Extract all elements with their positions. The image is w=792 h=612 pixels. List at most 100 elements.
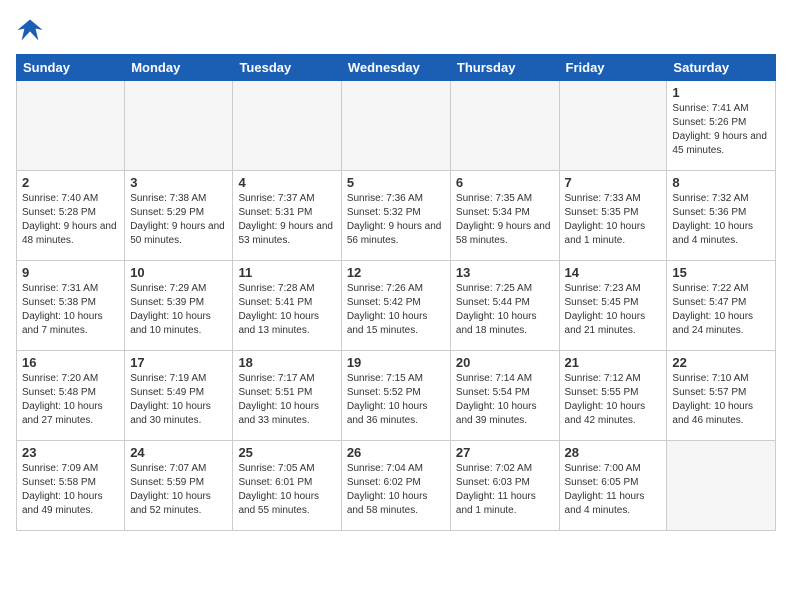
week-row-4: 16 Sunrise: 7:20 AM Sunset: 5:48 PM Dayli… — [17, 351, 776, 441]
weekday-header-thursday: Thursday — [450, 55, 559, 81]
day-number: 28 — [565, 445, 662, 460]
calendar-cell — [125, 81, 233, 171]
calendar-cell: 11 Sunrise: 7:28 AM Sunset: 5:41 PM Dayli… — [233, 261, 341, 351]
calendar-cell: 8 Sunrise: 7:32 AM Sunset: 5:36 PM Daylig… — [667, 171, 776, 261]
calendar-cell — [17, 81, 125, 171]
weekday-header-tuesday: Tuesday — [233, 55, 341, 81]
page-header — [16, 16, 776, 44]
day-info: Sunrise: 7:20 AM Sunset: 5:48 PM Dayligh… — [22, 372, 119, 428]
day-info: Sunrise: 7:05 AM Sunset: 6:01 PM Dayligh… — [238, 462, 335, 518]
day-number: 17 — [130, 355, 227, 370]
calendar-cell: 13 Sunrise: 7:25 AM Sunset: 5:44 PM Dayli… — [450, 261, 559, 351]
day-number: 8 — [672, 175, 770, 190]
calendar-table: SundayMondayTuesdayWednesdayThursdayFrid… — [16, 54, 776, 531]
calendar-cell — [667, 441, 776, 531]
day-info: Sunrise: 7:00 AM Sunset: 6:05 PM Dayligh… — [565, 462, 662, 518]
day-info: Sunrise: 7:33 AM Sunset: 5:35 PM Dayligh… — [565, 192, 662, 248]
calendar-cell: 14 Sunrise: 7:23 AM Sunset: 5:45 PM Dayli… — [559, 261, 667, 351]
day-info: Sunrise: 7:14 AM Sunset: 5:54 PM Dayligh… — [456, 372, 554, 428]
day-info: Sunrise: 7:22 AM Sunset: 5:47 PM Dayligh… — [672, 282, 770, 338]
calendar-cell: 5 Sunrise: 7:36 AM Sunset: 5:32 PM Daylig… — [341, 171, 450, 261]
day-number: 23 — [22, 445, 119, 460]
day-number: 13 — [456, 265, 554, 280]
calendar-cell: 27 Sunrise: 7:02 AM Sunset: 6:03 PM Dayli… — [450, 441, 559, 531]
day-info: Sunrise: 7:26 AM Sunset: 5:42 PM Dayligh… — [347, 282, 445, 338]
calendar-cell: 16 Sunrise: 7:20 AM Sunset: 5:48 PM Dayli… — [17, 351, 125, 441]
day-number: 24 — [130, 445, 227, 460]
day-info: Sunrise: 7:35 AM Sunset: 5:34 PM Dayligh… — [456, 192, 554, 248]
calendar-cell: 28 Sunrise: 7:00 AM Sunset: 6:05 PM Dayli… — [559, 441, 667, 531]
calendar-cell — [341, 81, 450, 171]
day-info: Sunrise: 7:07 AM Sunset: 5:59 PM Dayligh… — [130, 462, 227, 518]
calendar-cell: 10 Sunrise: 7:29 AM Sunset: 5:39 PM Dayli… — [125, 261, 233, 351]
day-number: 18 — [238, 355, 335, 370]
calendar-cell: 15 Sunrise: 7:22 AM Sunset: 5:47 PM Dayli… — [667, 261, 776, 351]
calendar-cell: 9 Sunrise: 7:31 AM Sunset: 5:38 PM Daylig… — [17, 261, 125, 351]
day-info: Sunrise: 7:10 AM Sunset: 5:57 PM Dayligh… — [672, 372, 770, 428]
day-info: Sunrise: 7:40 AM Sunset: 5:28 PM Dayligh… — [22, 192, 119, 248]
day-number: 27 — [456, 445, 554, 460]
day-number: 21 — [565, 355, 662, 370]
calendar-cell — [559, 81, 667, 171]
day-info: Sunrise: 7:02 AM Sunset: 6:03 PM Dayligh… — [456, 462, 554, 518]
calendar-cell: 6 Sunrise: 7:35 AM Sunset: 5:34 PM Daylig… — [450, 171, 559, 261]
calendar-cell: 23 Sunrise: 7:09 AM Sunset: 5:58 PM Dayli… — [17, 441, 125, 531]
calendar-cell: 25 Sunrise: 7:05 AM Sunset: 6:01 PM Dayli… — [233, 441, 341, 531]
day-number: 11 — [238, 265, 335, 280]
weekday-header-row: SundayMondayTuesdayWednesdayThursdayFrid… — [17, 55, 776, 81]
day-number: 15 — [672, 265, 770, 280]
calendar-cell — [450, 81, 559, 171]
calendar-cell: 19 Sunrise: 7:15 AM Sunset: 5:52 PM Dayli… — [341, 351, 450, 441]
day-number: 9 — [22, 265, 119, 280]
day-number: 3 — [130, 175, 227, 190]
calendar-cell: 22Sunrise: 7:10 AM Sunset: 5:57 PM Dayli… — [667, 351, 776, 441]
day-number: 4 — [238, 175, 335, 190]
calendar-cell: 7Sunrise: 7:33 AM Sunset: 5:35 PM Daylig… — [559, 171, 667, 261]
calendar-cell: 21 Sunrise: 7:12 AM Sunset: 5:55 PM Dayli… — [559, 351, 667, 441]
week-row-2: 2 Sunrise: 7:40 AM Sunset: 5:28 PM Daylig… — [17, 171, 776, 261]
day-number: 26 — [347, 445, 445, 460]
calendar-cell: 18 Sunrise: 7:17 AM Sunset: 5:51 PM Dayli… — [233, 351, 341, 441]
calendar-cell: 3 Sunrise: 7:38 AM Sunset: 5:29 PM Daylig… — [125, 171, 233, 261]
week-row-3: 9 Sunrise: 7:31 AM Sunset: 5:38 PM Daylig… — [17, 261, 776, 351]
day-info: Sunrise: 7:36 AM Sunset: 5:32 PM Dayligh… — [347, 192, 445, 248]
day-info: Sunrise: 7:32 AM Sunset: 5:36 PM Dayligh… — [672, 192, 770, 248]
calendar-cell: 1 Sunrise: 7:41 AM Sunset: 5:26 PM Daylig… — [667, 81, 776, 171]
calendar-cell: 17 Sunrise: 7:19 AM Sunset: 5:49 PM Dayli… — [125, 351, 233, 441]
weekday-header-saturday: Saturday — [667, 55, 776, 81]
day-info: Sunrise: 7:12 AM Sunset: 5:55 PM Dayligh… — [565, 372, 662, 428]
day-number: 25 — [238, 445, 335, 460]
day-info: Sunrise: 7:28 AM Sunset: 5:41 PM Dayligh… — [238, 282, 335, 338]
day-number: 19 — [347, 355, 445, 370]
day-number: 5 — [347, 175, 445, 190]
calendar-cell: 12 Sunrise: 7:26 AM Sunset: 5:42 PM Dayli… — [341, 261, 450, 351]
week-row-5: 23 Sunrise: 7:09 AM Sunset: 5:58 PM Dayli… — [17, 441, 776, 531]
day-info: Sunrise: 7:38 AM Sunset: 5:29 PM Dayligh… — [130, 192, 227, 248]
weekday-header-sunday: Sunday — [17, 55, 125, 81]
day-info: Sunrise: 7:25 AM Sunset: 5:44 PM Dayligh… — [456, 282, 554, 338]
day-number: 10 — [130, 265, 227, 280]
day-info: Sunrise: 7:29 AM Sunset: 5:39 PM Dayligh… — [130, 282, 227, 338]
day-number: 14 — [565, 265, 662, 280]
week-row-1: 1 Sunrise: 7:41 AM Sunset: 5:26 PM Daylig… — [17, 81, 776, 171]
day-info: Sunrise: 7:31 AM Sunset: 5:38 PM Dayligh… — [22, 282, 119, 338]
calendar-cell: 2 Sunrise: 7:40 AM Sunset: 5:28 PM Daylig… — [17, 171, 125, 261]
day-info: Sunrise: 7:04 AM Sunset: 6:02 PM Dayligh… — [347, 462, 445, 518]
day-info: Sunrise: 7:17 AM Sunset: 5:51 PM Dayligh… — [238, 372, 335, 428]
logo — [16, 16, 48, 44]
calendar-cell: 24 Sunrise: 7:07 AM Sunset: 5:59 PM Dayli… — [125, 441, 233, 531]
day-info: Sunrise: 7:09 AM Sunset: 5:58 PM Dayligh… — [22, 462, 119, 518]
calendar-cell: 26 Sunrise: 7:04 AM Sunset: 6:02 PM Dayli… — [341, 441, 450, 531]
day-number: 1 — [672, 85, 770, 100]
day-number: 20 — [456, 355, 554, 370]
day-number: 2 — [22, 175, 119, 190]
day-number: 6 — [456, 175, 554, 190]
day-info: Sunrise: 7:41 AM Sunset: 5:26 PM Dayligh… — [672, 102, 770, 158]
day-info: Sunrise: 7:15 AM Sunset: 5:52 PM Dayligh… — [347, 372, 445, 428]
calendar-cell — [233, 81, 341, 171]
day-info: Sunrise: 7:19 AM Sunset: 5:49 PM Dayligh… — [130, 372, 227, 428]
day-number: 12 — [347, 265, 445, 280]
day-info: Sunrise: 7:23 AM Sunset: 5:45 PM Dayligh… — [565, 282, 662, 338]
day-number: 16 — [22, 355, 119, 370]
weekday-header-friday: Friday — [559, 55, 667, 81]
